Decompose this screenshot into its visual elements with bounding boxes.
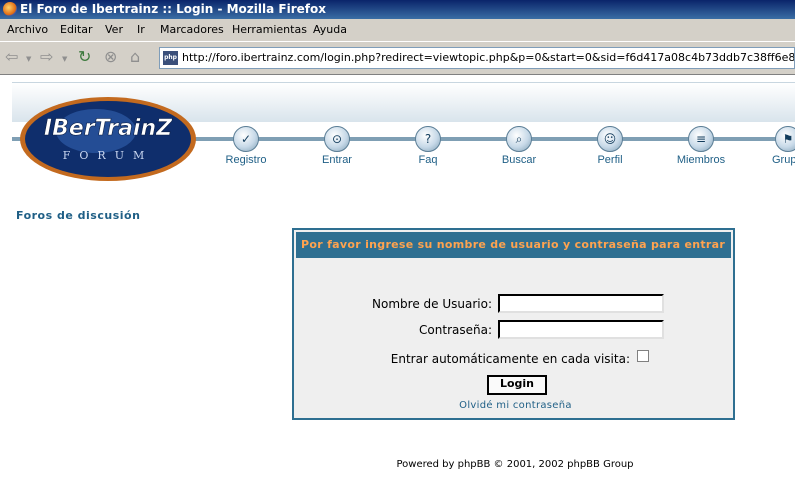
- stop-icon[interactable]: ⊗: [104, 49, 117, 65]
- nav-buscar-label: Buscar: [501, 154, 537, 166]
- back-icon[interactable]: ⇦: [5, 49, 18, 65]
- page-content: IBerTrainZ FORUM ✓ Registro ⊙ Entrar ? F…: [0, 76, 795, 480]
- home-icon[interactable]: ⌂: [130, 49, 140, 65]
- menu-editar[interactable]: Editar: [60, 19, 93, 41]
- forum-index-link[interactable]: Foros de discusión: [16, 209, 140, 222]
- profile-icon: ☺: [597, 126, 623, 152]
- nav-registro-label: Registro: [225, 154, 267, 166]
- reload-icon[interactable]: ↻: [78, 49, 91, 65]
- nav-faq-label: Faq: [418, 154, 438, 166]
- forward-dropdown-icon[interactable]: ▼: [62, 55, 67, 63]
- nav-registro[interactable]: ✓ Registro: [206, 126, 286, 166]
- back-dropdown-icon[interactable]: ▼: [26, 55, 31, 63]
- menu-herramientas[interactable]: Herramientas: [232, 19, 307, 41]
- nav-entrar[interactable]: ⊙ Entrar: [297, 126, 377, 166]
- username-label: Nombre de Usuario:: [372, 297, 492, 311]
- members-icon: ≡: [688, 126, 714, 152]
- menu-ayuda[interactable]: Ayuda: [313, 19, 347, 41]
- nav-buscar[interactable]: ⌕ Buscar: [479, 126, 559, 166]
- password-label: Contraseña:: [419, 323, 492, 337]
- nav-faq[interactable]: ? Faq: [388, 126, 468, 166]
- menu-ir[interactable]: Ir: [137, 19, 145, 41]
- ibertrainz-logo[interactable]: IBerTrainZ FORUM: [18, 95, 198, 183]
- login-icon: ⊙: [324, 126, 350, 152]
- login-heading: Por favor ingrese su nombre de usuario y…: [296, 232, 731, 258]
- nav-grupos[interactable]: ⚑ Grupos: [752, 126, 795, 166]
- window-title: El Foro de Ibertrainz :: Login - Mozilla…: [20, 2, 326, 16]
- menu-bar: Archivo Editar Ver Ir Marcadores Herrami…: [0, 19, 795, 41]
- url-text: http://foro.ibertrainz.com/login.php?red…: [182, 51, 795, 64]
- nav-entrar-label: Entrar: [322, 154, 352, 166]
- powered-by-footer: Powered by phpBB © 2001, 2002 phpBB Grou…: [396, 459, 634, 470]
- nav-grupos-label: Grupos: [772, 154, 795, 166]
- forward-icon[interactable]: ⇨: [40, 49, 53, 65]
- menu-marcadores[interactable]: Marcadores: [160, 19, 224, 41]
- page-favicon-icon: php: [163, 51, 178, 65]
- menu-archivo[interactable]: Archivo: [7, 19, 48, 41]
- forgot-password-link[interactable]: Olvidé mi contraseña: [294, 400, 737, 411]
- nav-miembros-label: Miembros: [676, 154, 726, 166]
- login-panel: Por favor ingrese su nombre de usuario y…: [292, 228, 735, 420]
- nav-miembros[interactable]: ≡ Miembros: [661, 126, 741, 166]
- firefox-icon: [3, 2, 17, 16]
- autologin-label: Entrar automáticamente en cada visita:: [390, 352, 630, 366]
- logo-main-text: IBerTrainZ: [44, 116, 173, 141]
- register-icon: ✓: [233, 126, 259, 152]
- url-bar[interactable]: php http://foro.ibertrainz.com/login.php…: [159, 47, 795, 69]
- password-input[interactable]: [498, 320, 664, 339]
- menu-ver[interactable]: Ver: [105, 19, 123, 41]
- nav-perfil-label: Perfil: [597, 154, 623, 166]
- nav-perfil[interactable]: ☺ Perfil: [570, 126, 650, 166]
- username-input[interactable]: [498, 294, 664, 313]
- search-icon: ⌕: [506, 126, 532, 152]
- logo-sub-text: FORUM: [63, 149, 153, 162]
- faq-icon: ?: [415, 126, 441, 152]
- navigation-toolbar: ⇦ ▼ ⇨ ▼ ↻ ⊗ ⌂ php http://foro.ibertrainz…: [0, 41, 795, 75]
- groups-icon: ⚑: [775, 126, 795, 152]
- login-button[interactable]: Login: [487, 375, 547, 395]
- window-title-bar: El Foro de Ibertrainz :: Login - Mozilla…: [0, 0, 795, 19]
- autologin-checkbox[interactable]: [637, 350, 649, 362]
